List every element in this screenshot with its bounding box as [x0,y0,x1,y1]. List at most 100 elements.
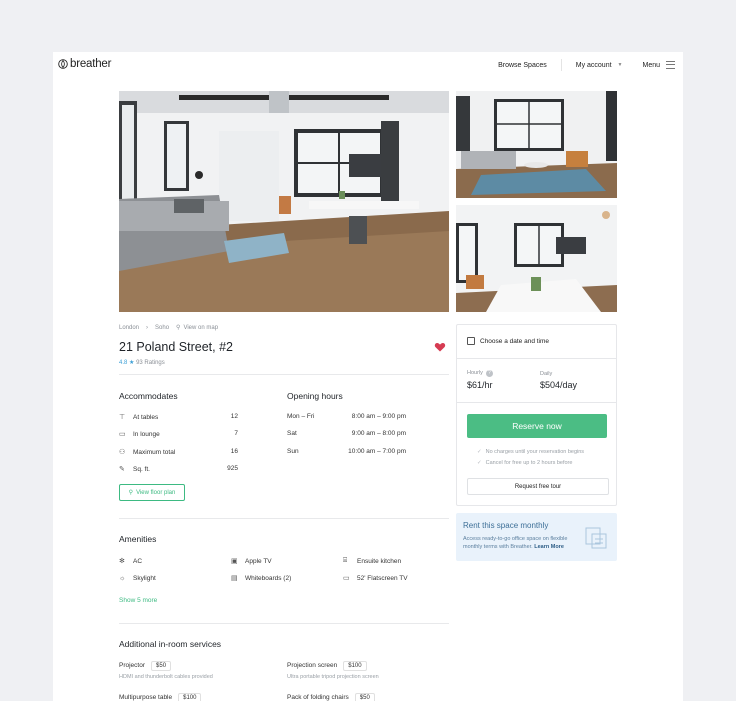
side-photo-bottom[interactable] [456,205,617,312]
nav-divider [560,59,562,71]
help-icon[interactable]: ? [485,370,493,377]
service-name: Multipurpose table [119,694,173,701]
reserve-now-button[interactable]: Reserve now [467,414,607,438]
service-item: Multipurpose table $100 [119,693,202,701]
sun-icon: ☼ [119,574,126,582]
service-price: $50 [354,693,375,701]
hourly-price: $61/hr [467,380,493,390]
amenity-item: ▤ Whiteboards (2) [231,574,292,583]
accommodates-row: ⊤ At tables [119,413,158,422]
office-illustration-icon [585,527,607,549]
breather-logo[interactable]: breather [58,58,111,70]
browse-spaces-link[interactable]: Browse Spaces [498,62,547,69]
service-price: $100 [343,661,367,671]
amenity-item: ☼ Skylight [119,574,156,582]
my-account-menu[interactable]: My account [576,62,612,69]
kitchen-icon: ⌸ [343,557,348,564]
hours-time: 9:00 am – 8:00 pm [351,430,406,437]
service-item: Pack of folding chairs $50 [287,693,375,701]
chevron-right-icon: › [146,324,149,331]
request-tour-button[interactable]: Request free tour [467,478,609,495]
chevron-down-icon[interactable]: ▼ [618,62,623,68]
hamburger-icon[interactable] [666,61,675,69]
accommodates-label: Sq. ft. [133,465,150,473]
flatscreen-icon: ▭ [343,575,350,582]
logo-mark-icon [58,59,68,69]
accommodates-heading: Accommodates [119,391,178,401]
rating-value: 4.8 [119,360,128,366]
lounge-photo-image [119,91,449,312]
hours-day: Sun [287,448,299,455]
service-price: $50 [151,661,172,671]
amenity-label: Skylight [133,574,156,582]
sofa-icon: ▭ [119,431,126,438]
card-divider [457,402,616,403]
accommodates-row: ✎ Sq. ft. [119,465,150,474]
floor-plan-icon: ⚲ [128,490,134,496]
listing-page: breather Browse Spaces My account ▼ Menu [53,52,683,701]
view-floor-plan-button[interactable]: ⚲ View floor plan [119,484,185,501]
accommodates-value: 12 [230,413,238,420]
hourly-label: Hourly? [467,370,493,377]
opening-hours-heading: Opening hours [287,391,343,401]
brand-name: breather [70,58,112,70]
calendar-icon [467,337,475,345]
rating-count[interactable]: 93 Ratings [136,360,165,366]
people-icon: ⚇ [119,449,126,456]
tv-icon: ▣ [231,558,238,565]
date-time-label: Choose a date and time [480,337,550,345]
favorite-heart-icon[interactable] [434,341,446,353]
star-icon: ★ [129,360,135,366]
daily-price: $504/day [540,380,578,390]
listing-title: 21 Poland Street, #2 [119,340,233,354]
amenity-label: Whiteboards (2) [245,574,292,582]
check-icon: ✓ [477,460,482,466]
card-divider [457,358,616,359]
amenity-item: ✻ AC [119,557,143,566]
accommodates-row: ▭ In lounge [119,430,160,439]
section-divider [119,374,449,375]
daily-label: Daily [540,371,553,377]
hourly-label-text: Hourly [467,370,483,376]
accommodates-value: 925 [227,465,238,472]
sofa-photo-image [456,91,617,198]
services-heading: Additional in-room services [119,639,222,649]
section-divider [119,623,449,624]
accommodates-value: 7 [234,430,238,437]
show-more-amenities-link[interactable]: Show 5 more [119,597,157,604]
side-photo-top[interactable] [456,91,617,198]
service-name: Projector [119,662,146,669]
hours-time: 10:00 am – 7:00 pm [348,448,406,455]
amenity-label: Ensuite kitchen [357,557,402,565]
booking-note: ✓ No charges until your reservation begin… [477,449,584,455]
amenity-label: AC [133,557,143,565]
ruler-icon: ✎ [119,466,125,473]
table-icon: ⊤ [119,414,126,421]
service-price: $100 [178,693,202,701]
service-name: Projection screen [287,662,338,669]
rating: 4.8 ★ 93 Ratings [119,359,449,366]
floor-plan-label: View floor plan [136,489,176,496]
nav-links: Browse Spaces My account ▼ Menu [498,59,675,71]
service-item: Projection screen $100 [287,661,367,671]
amenity-label: Apple TV [245,557,272,565]
main-photo[interactable] [119,91,449,312]
accommodates-row: ⚇ Maximum total [119,448,175,457]
map-pin-icon: ⚲ [176,325,181,331]
monthly-rental-promo[interactable]: Rent this space monthly Access ready-to-… [456,513,617,561]
service-name: Pack of folding chairs [287,694,349,701]
breadcrumb-area[interactable]: Soho [155,325,169,331]
breadcrumb-city[interactable]: London [119,325,139,331]
section-divider [119,518,449,519]
hours-day: Sat [287,430,297,437]
amenity-item: ▭ 52' Flatscreen TV [343,574,408,583]
service-item: Projector $50 [119,661,172,671]
view-on-map-link[interactable]: View on map [183,325,218,331]
booking-note-text: Cancel for free up to 2 hours before [485,460,573,466]
accommodates-label: In lounge [133,430,160,438]
menu-link[interactable]: Menu [642,62,660,69]
date-time-picker[interactable]: Choose a date and time [467,337,549,345]
hours-time: 8:00 am – 9:00 pm [351,413,406,420]
meeting-table-photo-image [456,205,617,312]
learn-more-link[interactable]: Learn More [534,544,564,550]
